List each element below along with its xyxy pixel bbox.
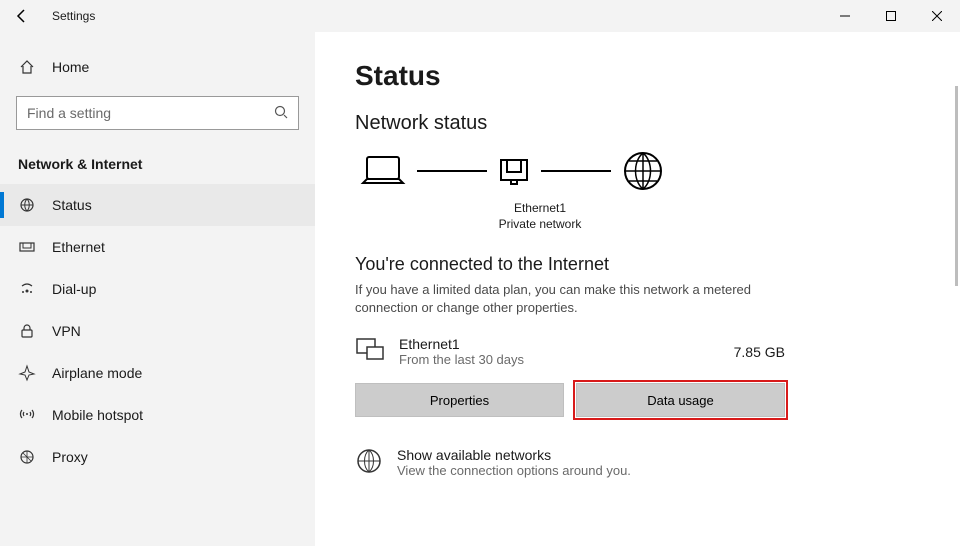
sidebar-item-label: Proxy <box>52 449 88 465</box>
scrollbar-thumb[interactable] <box>955 86 958 286</box>
sidebar-item-label: Dial-up <box>52 281 96 297</box>
globe-icon <box>355 447 383 478</box>
network-diagram <box>359 149 920 193</box>
vpn-icon <box>18 322 36 340</box>
connection-summary: Ethernet1 From the last 30 days 7.85 GB <box>355 336 785 367</box>
available-networks-title: Show available networks <box>397 447 631 463</box>
ethernet-adapter-icon <box>497 154 531 188</box>
diagram-line <box>417 170 487 172</box>
ethernet-adapter-icon <box>355 337 385 366</box>
sidebar-item-status[interactable]: Status <box>0 184 315 226</box>
search-input[interactable]: Find a setting <box>16 96 299 130</box>
sidebar-home-label: Home <box>52 59 89 75</box>
section-network-status: Network status <box>355 112 920 135</box>
laptop-icon <box>359 153 407 189</box>
sidebar-item-dialup[interactable]: Dial-up <box>0 268 315 310</box>
back-button[interactable] <box>0 0 44 32</box>
sidebar-item-label: Status <box>52 197 92 213</box>
dialup-icon <box>18 280 36 298</box>
sidebar-item-label: Mobile hotspot <box>52 407 143 423</box>
minimize-button[interactable] <box>822 0 868 32</box>
app-title: Settings <box>44 9 95 23</box>
globe-icon <box>621 149 665 193</box>
connected-heading: You're connected to the Internet <box>355 254 920 275</box>
sidebar: Home Find a setting Network & Internet S… <box>0 32 315 546</box>
connection-name: Ethernet1 <box>399 336 720 352</box>
airplane-icon <box>18 364 36 382</box>
page-title: Status <box>355 60 920 92</box>
properties-button[interactable]: Properties <box>355 383 564 417</box>
status-icon <box>18 196 36 214</box>
ethernet-icon <box>18 238 36 256</box>
close-button[interactable] <box>914 0 960 32</box>
hotspot-icon <box>18 406 36 424</box>
sidebar-item-proxy[interactable]: Proxy <box>0 436 315 478</box>
available-networks-desc: View the connection options around you. <box>397 463 631 478</box>
sidebar-item-ethernet[interactable]: Ethernet <box>0 226 315 268</box>
sidebar-category: Network & Internet <box>0 144 315 184</box>
show-available-networks[interactable]: Show available networks View the connect… <box>355 447 920 478</box>
maximize-button[interactable] <box>868 0 914 32</box>
content-pane: Status Network status Ethernet1 Private … <box>315 32 960 546</box>
sidebar-item-label: Airplane mode <box>52 365 142 381</box>
home-icon <box>18 58 36 76</box>
sidebar-item-label: VPN <box>52 323 81 339</box>
search-placeholder: Find a setting <box>27 105 274 121</box>
sidebar-home[interactable]: Home <box>0 46 315 88</box>
diagram-caption: Ethernet1 Private network <box>485 201 595 232</box>
sidebar-item-airplane[interactable]: Airplane mode <box>0 352 315 394</box>
connected-desc: If you have a limited data plan, you can… <box>355 281 765 316</box>
sidebar-item-label: Ethernet <box>52 239 105 255</box>
diagram-line <box>541 170 611 172</box>
proxy-icon <box>18 448 36 466</box>
sidebar-item-vpn[interactable]: VPN <box>0 310 315 352</box>
search-icon <box>274 105 288 122</box>
data-usage-button[interactable]: Data usage <box>576 383 785 417</box>
sidebar-item-hotspot[interactable]: Mobile hotspot <box>0 394 315 436</box>
connection-usage: 7.85 GB <box>734 344 785 360</box>
connection-period: From the last 30 days <box>399 352 720 367</box>
